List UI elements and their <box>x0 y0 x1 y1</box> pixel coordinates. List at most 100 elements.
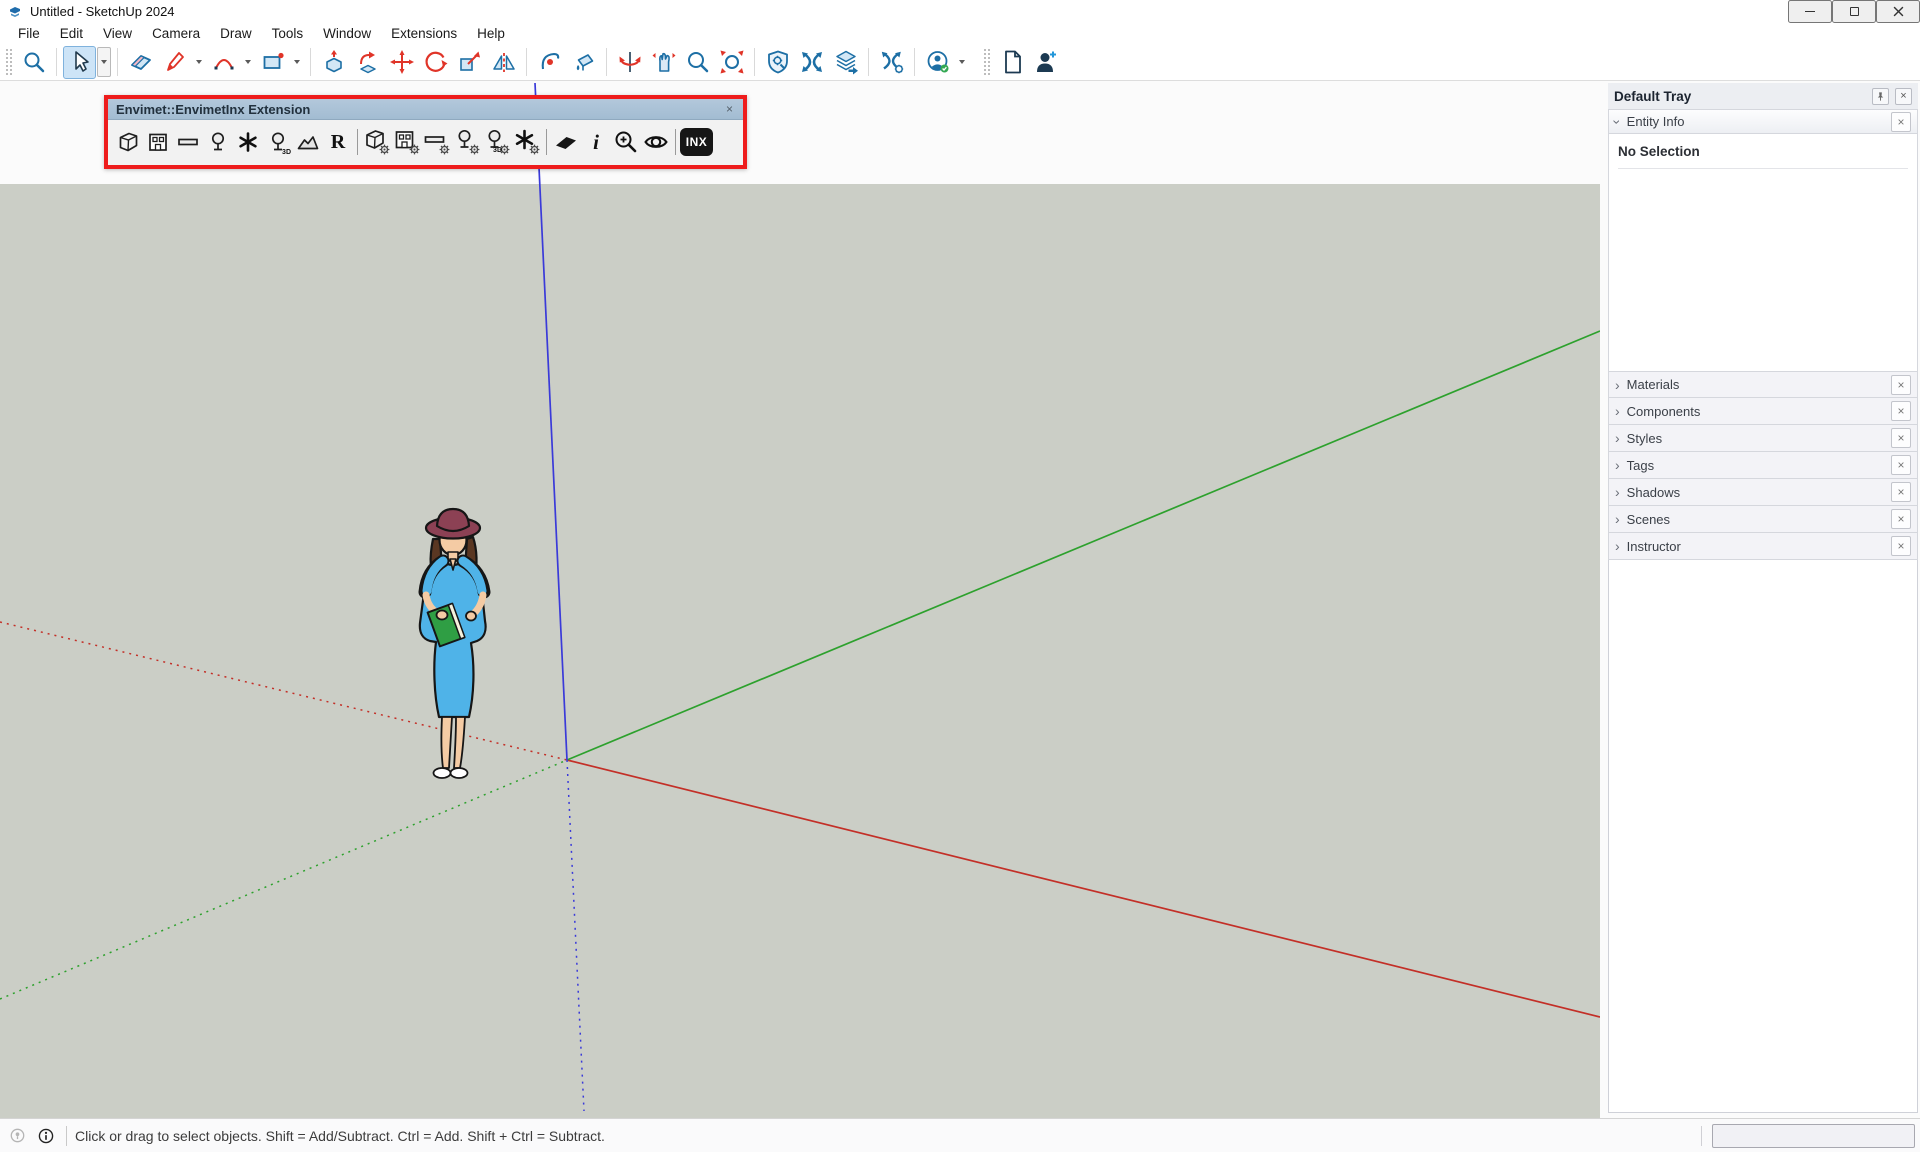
zoom-tool-button[interactable] <box>681 46 714 79</box>
menu-draw[interactable]: Draw <box>210 24 262 43</box>
push-pull-tool-button[interactable] <box>317 46 350 79</box>
extension-swap-settings-button[interactable] <box>875 46 908 79</box>
menu-tools[interactable]: Tools <box>262 24 314 43</box>
envimet-receptor-r-button[interactable]: R <box>323 126 353 158</box>
tray-section-close-button[interactable]: × <box>1891 375 1911 395</box>
envimet-toolbar-titlebar[interactable]: Envimet::EnvimetInx Extension × <box>108 99 743 120</box>
extension-inspector-button[interactable] <box>761 46 794 79</box>
tray-section-shadows[interactable]: › Shadows × <box>1608 479 1918 506</box>
extension-swap-button[interactable] <box>795 46 828 79</box>
menu-view[interactable]: View <box>93 24 142 43</box>
menu-edit[interactable]: Edit <box>50 24 93 43</box>
account-dropdown-button[interactable] <box>955 46 969 79</box>
tray-section-close-button[interactable]: × <box>1891 401 1911 421</box>
tray-close-button[interactable]: × <box>1895 88 1912 105</box>
envimet-model-domain-button[interactable] <box>113 126 143 158</box>
menu-extensions[interactable]: Extensions <box>381 24 467 43</box>
arc-tool-button[interactable] <box>207 46 240 79</box>
envimet-surface-settings-button[interactable] <box>422 126 452 158</box>
rectangle-dropdown-button[interactable] <box>290 46 304 79</box>
right-leg <box>454 717 465 768</box>
extension-layers-export-button[interactable] <box>829 46 862 79</box>
line-tool-button[interactable] <box>158 46 191 79</box>
envimet-tree-3d-settings-button[interactable]: 3D <box>482 126 512 158</box>
measurements-input[interactable] <box>1712 1124 1915 1148</box>
close-icon <box>1893 6 1904 17</box>
zoom-window-tool-button[interactable] <box>17 46 50 79</box>
pan-tool-button[interactable] <box>647 46 680 79</box>
envimet-close-button[interactable]: × <box>724 103 735 115</box>
envimet-tree-button[interactable] <box>203 126 233 158</box>
envimet-info-button[interactable]: i <box>581 126 611 158</box>
tray-section-styles[interactable]: › Styles × <box>1608 425 1918 452</box>
entity-info-close-button[interactable]: × <box>1891 112 1911 132</box>
offset-tool-button[interactable] <box>533 46 566 79</box>
envimet-terrain-button[interactable] <box>293 126 323 158</box>
envimet-inx-export-button[interactable]: INX <box>680 128 713 156</box>
envimet-receptor-settings-button[interactable] <box>512 126 542 158</box>
entity-info-header[interactable]: › Entity Info × <box>1608 109 1918 134</box>
tray-section-materials[interactable]: › Materials × <box>1608 371 1918 398</box>
paint-bucket-tool-button[interactable] <box>567 46 600 79</box>
help-info-button[interactable] <box>34 1124 58 1148</box>
menu-help[interactable]: Help <box>467 24 515 43</box>
chevron-right-icon: › <box>1615 378 1620 392</box>
building-gear-icon <box>393 128 421 156</box>
3d-viewport[interactable] <box>0 81 1600 1118</box>
envimet-model-domain-settings-button[interactable] <box>362 126 392 158</box>
flip-tool-button[interactable] <box>487 46 520 79</box>
toolbar-grip[interactable] <box>984 49 990 75</box>
tray-section-close-button[interactable]: × <box>1891 455 1911 475</box>
envimet-toolbar-title: Envimet::EnvimetInx Extension <box>116 102 310 117</box>
eraser-icon <box>128 49 154 75</box>
tray-section-components[interactable]: › Components × <box>1608 398 1918 425</box>
rectangle-tool-button[interactable] <box>256 46 289 79</box>
tray-section-instructor[interactable]: › Instructor × <box>1608 533 1918 560</box>
close-button[interactable] <box>1876 0 1920 23</box>
toolbar-separator <box>868 48 869 76</box>
new-document-icon <box>999 49 1025 75</box>
minimize-button[interactable] <box>1788 0 1832 23</box>
arc-dropdown-button[interactable] <box>241 46 255 79</box>
zoom-extents-tool-button[interactable] <box>715 46 748 79</box>
orbit-tool-button[interactable] <box>613 46 646 79</box>
add-person-button[interactable] <box>1029 46 1062 79</box>
tray-section-close-button[interactable]: × <box>1891 482 1911 502</box>
maximize-button[interactable] <box>1832 0 1876 23</box>
envimet-preview-button[interactable] <box>641 126 671 158</box>
tray-pin-button[interactable] <box>1872 88 1889 105</box>
tree-3d-label: 3D <box>282 149 291 156</box>
follow-me-tool-button[interactable] <box>351 46 384 79</box>
tray-section-close-button[interactable]: × <box>1891 509 1911 529</box>
rotate-tool-button[interactable] <box>419 46 452 79</box>
account-button[interactable] <box>921 46 954 79</box>
menu-camera[interactable]: Camera <box>142 24 210 43</box>
default-tray: Default Tray × › Entity Info × No Select… <box>1608 83 1918 1113</box>
line-dropdown-button[interactable] <box>192 46 206 79</box>
envimet-eraser-button[interactable] <box>551 126 581 158</box>
envimet-surface-button[interactable] <box>173 126 203 158</box>
envimet-tree-3d-button[interactable]: 3D <box>263 126 293 158</box>
menu-window[interactable]: Window <box>313 24 381 43</box>
envimet-building-button[interactable] <box>143 126 173 158</box>
geolocation-button[interactable] <box>5 1124 29 1148</box>
envimet-inspect-zoom-button[interactable] <box>611 126 641 158</box>
toolbar-grip[interactable] <box>6 49 12 75</box>
envimet-receptor-button[interactable] <box>233 126 263 158</box>
move-tool-button[interactable] <box>385 46 418 79</box>
select-dropdown-button[interactable] <box>97 47 111 77</box>
eraser-tool-button[interactable] <box>124 46 157 79</box>
account-icon <box>925 49 951 75</box>
tray-section-scenes[interactable]: › Scenes × <box>1608 506 1918 533</box>
menu-file[interactable]: File <box>8 24 50 43</box>
person-figure[interactable] <box>405 505 505 783</box>
new-document-button[interactable] <box>995 46 1028 79</box>
chevron-down-icon <box>101 60 107 64</box>
tray-section-close-button[interactable]: × <box>1891 536 1911 556</box>
tray-section-close-button[interactable]: × <box>1891 428 1911 448</box>
envimet-building-settings-button[interactable] <box>392 126 422 158</box>
scale-tool-button[interactable] <box>453 46 486 79</box>
envimet-tree-settings-button[interactable] <box>452 126 482 158</box>
tray-section-tags[interactable]: › Tags × <box>1608 452 1918 479</box>
select-tool-button[interactable] <box>63 46 96 79</box>
